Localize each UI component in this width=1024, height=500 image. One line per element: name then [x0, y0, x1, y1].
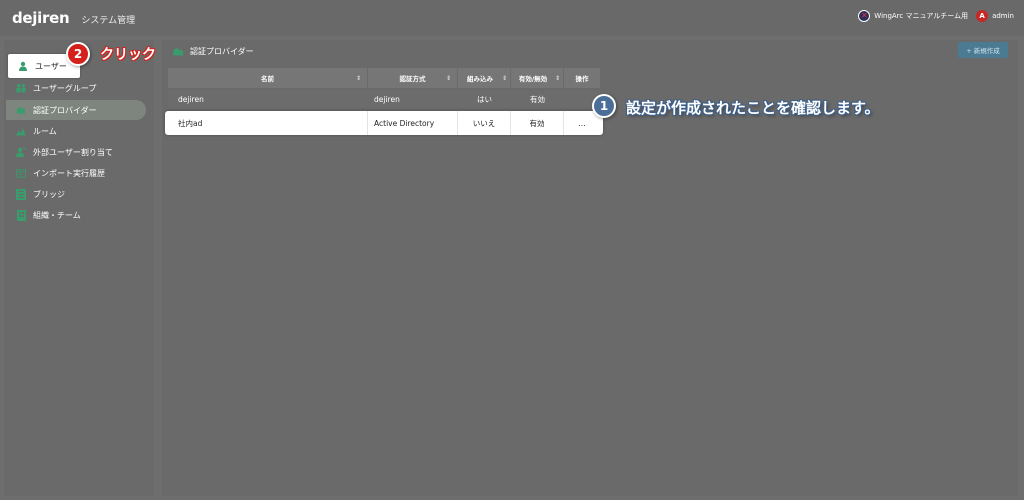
column-header-enabled[interactable]: 有効/無効 ⇕ [511, 68, 564, 88]
sidebar: ユーザー ユーザーグループ 認証プロバイダー ルーム 外部ユーザー割り当て イン… [4, 40, 154, 496]
app-logo[interactable]: dejiren [12, 9, 70, 27]
sidebar-item-import-history[interactable]: インポート実行履歴 [6, 163, 146, 183]
app-header: dejiren システム管理 ✕ WingArc マニュアルチーム用 A adm… [0, 0, 1024, 36]
main-content: 認証プロバイダー + 新規作成 名前 ⇕ 認証方式 ⇕ 組み込み ⇕ 有効/無効… [162, 40, 1018, 496]
avatar[interactable]: A [976, 10, 989, 22]
sort-icon[interactable]: ⇕ [555, 75, 560, 82]
group-icon [16, 83, 26, 93]
cell-auth-type: Active Directory [368, 111, 458, 135]
bridge-icon [16, 188, 26, 200]
column-header-actions: 操作 [575, 75, 589, 83]
cell-auth-type: dejiren [374, 94, 400, 104]
import-history-icon [16, 168, 26, 178]
cell-builtin: はい [477, 94, 492, 104]
sidebar-item-label: インポート実行履歴 [33, 168, 105, 178]
sidebar-item-label: 認証プロバイダー [33, 105, 97, 115]
sidebar-item-label: 組織・チーム [33, 210, 81, 220]
sidebar-item-bridge[interactable]: ブリッジ [6, 184, 146, 204]
cell-enabled: 有効 [530, 94, 545, 104]
step-1-instruction: 設定が作成されたことを確認します。 [626, 99, 880, 117]
step-2-instruction: クリック [100, 47, 156, 63]
row-actions-menu[interactable]: ... [564, 111, 600, 135]
sidebar-item-label: ユーザー [35, 61, 67, 71]
sidebar-item-external-users[interactable]: 外部ユーザー割り当て [6, 142, 146, 162]
person-icon [18, 61, 28, 71]
app-section-title: システム管理 [81, 15, 136, 26]
step-2-badge: 2 [66, 42, 90, 66]
cloud-icon [16, 105, 26, 115]
sidebar-item-org-teams[interactable]: 組織・チーム [6, 205, 146, 225]
sidebar-item-label: ユーザーグループ [33, 83, 97, 93]
sort-icon[interactable]: ⇕ [502, 75, 507, 82]
header-account: ✕ WingArc マニュアルチーム用 A admin [858, 10, 1014, 22]
team-name[interactable]: WingArc マニュアルチーム用 [874, 11, 968, 21]
sidebar-item-rooms[interactable]: ルーム [6, 121, 146, 141]
page-title: 認証プロバイダー [172, 46, 254, 57]
cell-enabled: 有効 [511, 111, 564, 135]
sidebar-item-label: ルーム [33, 126, 57, 136]
sort-icon[interactable]: ⇕ [446, 75, 451, 82]
sidebar-item-label: 外部ユーザー割り当て [33, 147, 113, 157]
page-title-text: 認証プロバイダー [190, 47, 254, 56]
user-name[interactable]: admin [992, 12, 1014, 20]
table-row[interactable]: dejiren dejiren はい 有効 [168, 90, 600, 108]
provider-table: 名前 ⇕ 認証方式 ⇕ 組み込み ⇕ 有効/無効 ⇕ 操作 dejiren de… [165, 68, 603, 135]
column-header-auth-type[interactable]: 認証方式 ⇕ [368, 68, 458, 88]
column-header-name[interactable]: 名前 ⇕ [168, 68, 368, 88]
cell-name: 社内ad [168, 111, 368, 135]
step-1-badge: 1 [592, 94, 616, 118]
sidebar-item-auth-providers[interactable]: 認証プロバイダー [6, 100, 146, 120]
table-row[interactable]: 社内ad Active Directory いいえ 有効 ... [165, 111, 603, 135]
room-icon [16, 126, 26, 136]
cell-name: dejiren [178, 94, 204, 104]
building-icon [16, 209, 26, 221]
sidebar-item-label: ブリッジ [33, 189, 65, 199]
team-icon[interactable]: ✕ [858, 10, 871, 22]
column-header-builtin[interactable]: 組み込み ⇕ [458, 68, 511, 88]
external-user-icon [16, 147, 26, 157]
sort-icon[interactable]: ⇕ [356, 75, 361, 82]
create-new-button[interactable]: + 新規作成 [958, 42, 1008, 58]
cloud-icon [172, 47, 184, 57]
sidebar-item-user-groups[interactable]: ユーザーグループ [6, 78, 146, 98]
cell-builtin: いいえ [458, 111, 511, 135]
table-header: 名前 ⇕ 認証方式 ⇕ 組み込み ⇕ 有効/無効 ⇕ 操作 [168, 68, 600, 88]
